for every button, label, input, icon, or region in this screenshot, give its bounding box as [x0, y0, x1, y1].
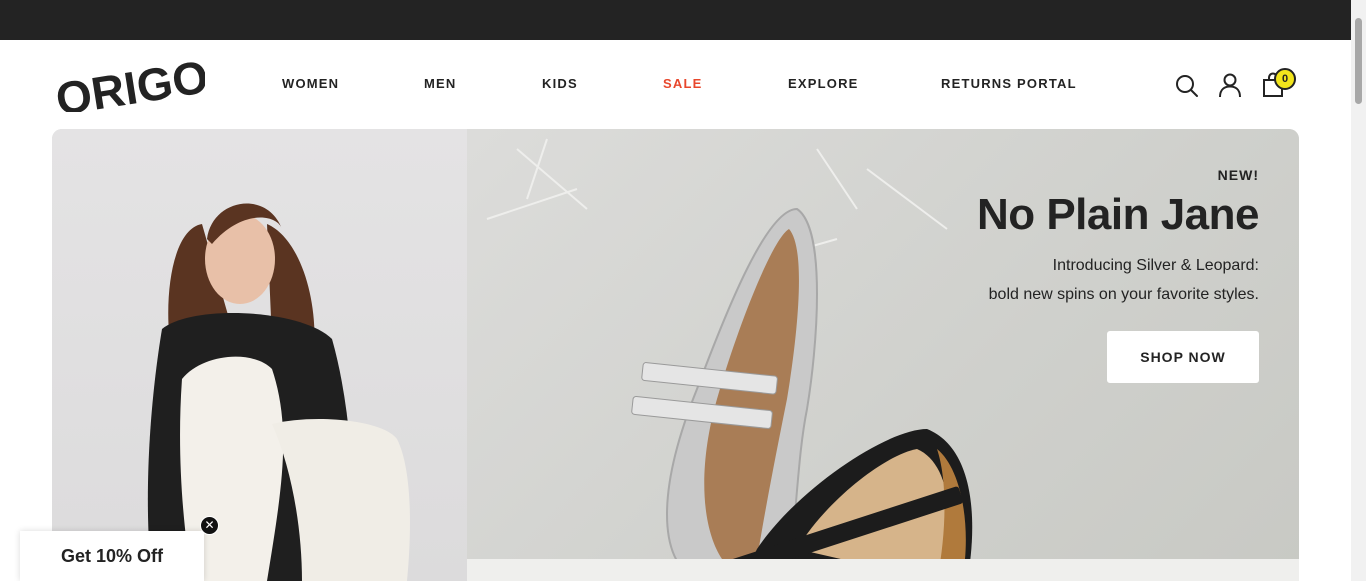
hero-copy: NEW! No Plain Jane Introducing Silver & …	[859, 167, 1260, 309]
site-header: ORIGO WOMEN MEN KIDS SALE EXPLORE RETURN…	[0, 40, 1351, 129]
hero-eyebrow: NEW!	[1217, 167, 1259, 183]
user-icon[interactable]	[1217, 72, 1243, 98]
scrollbar-thumb[interactable]	[1355, 18, 1362, 104]
page-scrollbar[interactable]	[1351, 0, 1366, 581]
hero-subtext-line-1: Introducing Silver & Leopard:	[1052, 257, 1259, 274]
hero-subtext-line-2: bold new spins on your favorite styles.	[988, 286, 1259, 303]
search-icon[interactable]	[1174, 73, 1200, 99]
announcement-bar	[0, 0, 1366, 40]
discount-promo-tab[interactable]: Get 10% Off	[20, 531, 204, 581]
close-icon[interactable]: ✕	[200, 516, 219, 535]
model-photo	[52, 129, 467, 581]
shop-now-button[interactable]: SHOP NOW	[1107, 331, 1259, 383]
hero-banner[interactable]: NEW! No Plain Jane Introducing Silver & …	[52, 129, 1299, 581]
hero-headline: No Plain Jane	[976, 190, 1260, 239]
header-icons	[0, 71, 1351, 101]
cart-count-badge: 0	[1274, 68, 1296, 90]
model-illustration	[147, 203, 410, 581]
